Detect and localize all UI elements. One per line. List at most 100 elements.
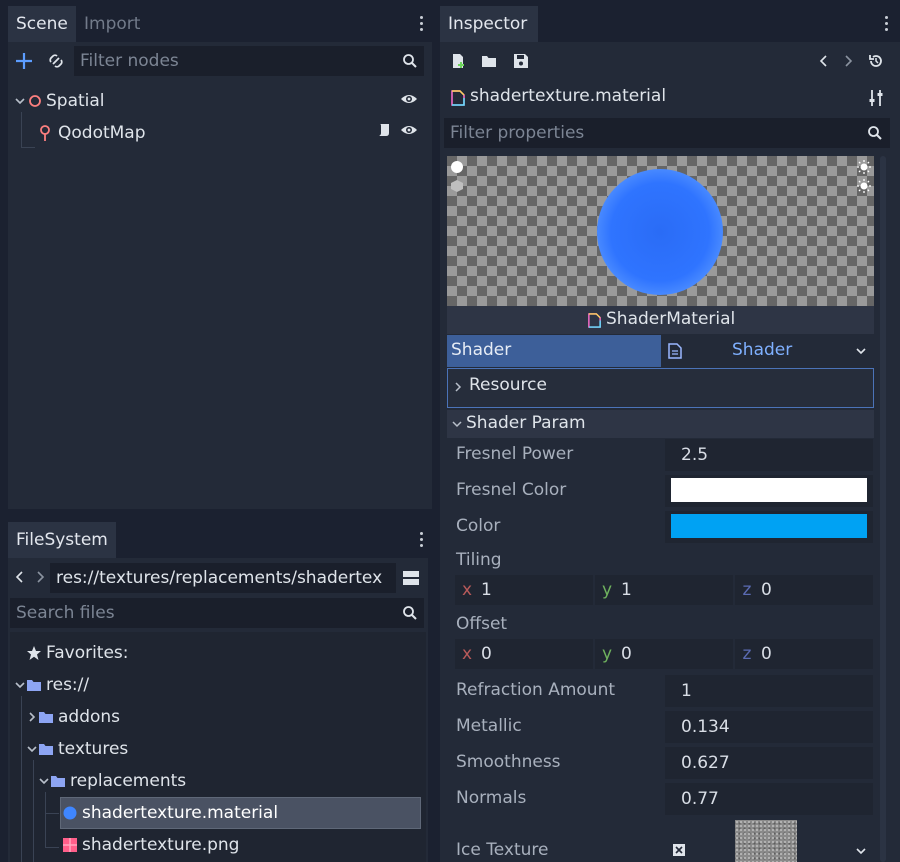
scene-menu-icon[interactable] xyxy=(420,16,424,34)
object-properties-icon[interactable] xyxy=(868,89,884,107)
chevron-down-icon[interactable] xyxy=(26,742,38,756)
tiling-x-input[interactable]: x1 xyxy=(455,575,593,605)
search-icon xyxy=(402,53,418,69)
axis-y-label: y xyxy=(601,644,613,664)
chevron-right-icon xyxy=(453,380,463,394)
axis-x-label: x xyxy=(461,580,473,600)
tree-guide xyxy=(21,147,35,148)
offset-y-input[interactable]: y0 xyxy=(595,639,733,669)
tiling-y-input[interactable]: y1 xyxy=(595,575,733,605)
script-icon[interactable] xyxy=(376,122,392,138)
tab-import[interactable]: Import xyxy=(76,6,156,42)
material-file-icon xyxy=(63,806,77,820)
tree-item-material-file[interactable]: shadertexture.material xyxy=(82,798,278,828)
tab-filesystem[interactable]: FileSystem xyxy=(8,522,116,558)
node-qodotmap[interactable]: QodotMap xyxy=(58,118,146,148)
visibility-eye-icon[interactable] xyxy=(400,123,418,137)
node-spatial[interactable]: Spatial xyxy=(46,86,105,116)
path-field[interactable]: res://textures/replacements/shadertex xyxy=(50,563,396,593)
color-picker[interactable] xyxy=(665,511,873,543)
normals-label: Normals xyxy=(456,788,527,808)
axis-y-label: y xyxy=(601,580,613,600)
offset-z-input[interactable]: z0 xyxy=(735,639,873,669)
filter-nodes-placeholder: Filter nodes xyxy=(80,51,179,71)
history-forward-icon[interactable] xyxy=(842,54,854,68)
light-1-toggle-icon[interactable] xyxy=(857,160,871,174)
sphere-preview-toggle-icon[interactable] xyxy=(450,160,464,174)
instance-scene-icon[interactable] xyxy=(46,50,66,72)
chevron-right-icon[interactable] xyxy=(26,710,38,724)
normals-input[interactable]: 0.77 xyxy=(665,783,873,815)
tree-guide xyxy=(45,813,59,814)
save-icon[interactable] xyxy=(513,53,529,69)
chevron-down-icon[interactable] xyxy=(14,94,26,108)
color-label: Color xyxy=(456,516,501,536)
search-icon xyxy=(402,605,418,621)
ice-texture-label: Ice Texture xyxy=(456,840,549,860)
clear-texture-icon[interactable] xyxy=(672,843,686,857)
tree-item-favorites[interactable]: Favorites: xyxy=(46,638,129,668)
history-back-icon[interactable] xyxy=(818,54,830,68)
preview-sphere xyxy=(597,169,723,295)
tree-item-replacements[interactable]: replacements xyxy=(70,766,186,796)
tree-item-textures[interactable]: textures xyxy=(58,734,128,764)
smoothness-input[interactable]: 0.627 xyxy=(665,747,873,779)
add-node-button[interactable] xyxy=(14,50,34,72)
new-resource-icon[interactable] xyxy=(450,53,466,69)
chevron-down-icon[interactable] xyxy=(855,845,867,857)
tree-guide xyxy=(21,696,22,862)
tree-item-png-file[interactable]: shadertexture.png xyxy=(82,830,239,860)
folder-icon xyxy=(26,678,42,692)
tiling-z-input[interactable]: z0 xyxy=(735,575,873,605)
tree-guide xyxy=(33,760,34,862)
folder-icon xyxy=(38,710,54,724)
history-icon[interactable] xyxy=(868,53,884,69)
offset-x-value: 0 xyxy=(481,644,492,664)
inspector-menu-icon[interactable] xyxy=(885,16,889,34)
folder-icon xyxy=(38,742,54,756)
cube-preview-toggle-icon[interactable] xyxy=(450,179,464,193)
visibility-eye-icon[interactable] xyxy=(400,92,418,106)
tab-scene[interactable]: Scene xyxy=(8,6,76,42)
chevron-down-icon[interactable] xyxy=(38,774,50,788)
back-chevron-icon[interactable] xyxy=(14,570,26,584)
star-icon xyxy=(26,645,42,661)
search-files-input[interactable]: Search files xyxy=(10,598,424,628)
fresnel-power-label: Fresnel Power xyxy=(456,444,574,464)
scene-dock: Scene Import xyxy=(6,6,434,511)
filter-nodes-input[interactable]: Filter nodes xyxy=(74,46,424,76)
filter-properties-input[interactable]: Filter properties xyxy=(444,118,890,148)
resource-name: shadertexture.material xyxy=(470,86,667,106)
resource-section-label: Resource xyxy=(469,375,547,395)
light-2-toggle-icon[interactable] xyxy=(857,179,871,193)
tree-item-addons[interactable]: addons xyxy=(58,702,120,732)
offset-y-value: 0 xyxy=(621,644,632,664)
tree-item-res[interactable]: res:// xyxy=(46,670,89,700)
tiling-x-value: 1 xyxy=(481,580,492,600)
metallic-input[interactable]: 0.134 xyxy=(665,711,873,743)
image-file-icon xyxy=(62,837,78,853)
fresnel-color-picker[interactable] xyxy=(665,475,873,507)
metallic-label: Metallic xyxy=(456,716,522,736)
offset-x-input[interactable]: x0 xyxy=(455,639,593,669)
fresnel-power-input[interactable]: 2.5 xyxy=(665,439,873,471)
refraction-amount-input[interactable]: 1 xyxy=(665,675,873,707)
split-view-icon[interactable] xyxy=(402,569,420,587)
chevron-down-icon[interactable] xyxy=(14,678,26,692)
shader-file-icon xyxy=(668,343,682,359)
tab-inspector[interactable]: Inspector xyxy=(440,6,538,42)
tiling-label: Tiling xyxy=(456,550,502,570)
chevron-down-icon[interactable] xyxy=(855,345,867,357)
axis-z-label: z xyxy=(742,644,752,664)
shader-param-label: Shader Param xyxy=(466,413,586,433)
fresnel-color-label: Fresnel Color xyxy=(456,480,567,500)
forward-chevron-icon[interactable] xyxy=(34,570,46,584)
ice-texture-thumbnail xyxy=(735,820,797,862)
filesystem-menu-icon[interactable] xyxy=(420,532,424,550)
offset-z-value: 0 xyxy=(761,644,772,664)
inspector-scrollbar[interactable] xyxy=(880,156,886,862)
path-text: res://textures/replacements/shadertex xyxy=(56,568,383,588)
shader-material-icon xyxy=(587,313,602,328)
open-folder-icon[interactable] xyxy=(481,54,497,68)
tiling-y-value: 1 xyxy=(621,580,632,600)
